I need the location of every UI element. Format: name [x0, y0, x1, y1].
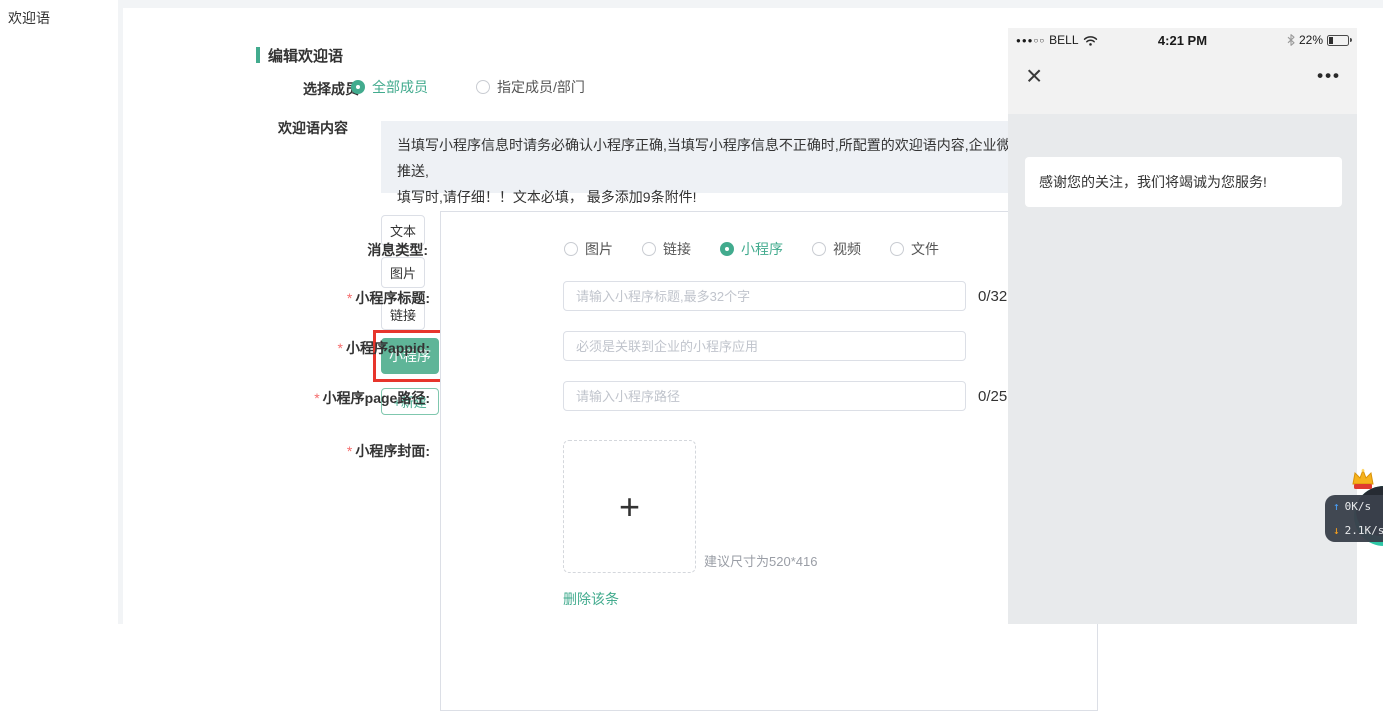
vip-crown-icon [1350, 468, 1376, 492]
sidebar-item-welcome-message[interactable]: 欢迎语 [8, 8, 50, 28]
miniprogram-appid-label: *小程序appid: [338, 338, 430, 358]
tab-image[interactable]: 图片 [381, 257, 425, 288]
upload-arrow-icon: ↑ [1333, 500, 1340, 513]
radio-dot-icon [351, 80, 365, 94]
miniprogram-path-input[interactable] [563, 381, 966, 411]
phone-statusbar: ●●●○○ BELL 4:21 PM 22% [1008, 28, 1357, 52]
upload-speed-value: 0K/s [1345, 500, 1372, 513]
radio-dot-icon [564, 242, 578, 256]
radio-msgtype-link[interactable]: 链接 [642, 239, 691, 259]
radio-label: 指定成员/部门 [497, 77, 585, 97]
radio-dot-icon [812, 242, 826, 256]
radio-msgtype-file[interactable]: 文件 [890, 239, 939, 259]
upload-speed-row: ↑ 0K/s [1333, 500, 1383, 513]
more-options-icon[interactable]: ••• [1317, 66, 1341, 86]
network-speed-widget[interactable]: ↑ 0K/s ↓ 2.1K/s [1325, 495, 1383, 542]
field-label: 小程序封面: [355, 443, 430, 459]
delete-item-link[interactable]: 删除该条 [563, 589, 619, 609]
radio-label: 链接 [663, 239, 691, 259]
radio-dot-icon [476, 80, 490, 94]
radio-label: 图片 [585, 239, 613, 259]
notice-line-2: 填写时,请仔细！！文本必填， 最多添加9条附件! [397, 184, 1082, 210]
download-speed-value: 2.1K/s [1345, 524, 1383, 537]
welcome-message-bubble: 感谢您的关注，我们将竭诚为您服务! [1025, 157, 1342, 207]
miniprogram-title-label: *小程序标题: [347, 288, 430, 308]
required-asterisk: * [314, 390, 319, 406]
radio-msgtype-image[interactable]: 图片 [564, 239, 613, 259]
close-icon[interactable]: × [1026, 62, 1042, 90]
chat-preview-area: 感谢您的关注，我们将竭诚为您服务! [1008, 114, 1357, 624]
bluetooth-icon [1287, 34, 1295, 46]
miniprogram-cover-label: *小程序封面: [347, 441, 430, 461]
radio-all-members[interactable]: 全部成员 [351, 77, 428, 97]
radio-label: 文件 [911, 239, 939, 259]
phone-preview: ●●●○○ BELL 4:21 PM 22% × ••• 感 [1008, 28, 1357, 624]
miniprogram-appid-input[interactable] [563, 331, 966, 361]
radio-label: 全部成员 [372, 77, 428, 97]
phone-navbar: × ••• [1008, 52, 1357, 114]
member-radio-group: 全部成员 指定成员/部门 [351, 77, 585, 97]
radio-dot-icon [720, 242, 734, 256]
radio-msgtype-miniprogram[interactable]: 小程序 [720, 239, 783, 259]
battery-icon [1327, 35, 1349, 46]
title-accent-bar [256, 47, 260, 63]
required-asterisk: * [347, 443, 352, 459]
radio-label: 小程序 [741, 239, 783, 259]
required-asterisk: * [347, 290, 352, 306]
required-asterisk: * [338, 340, 343, 356]
field-label: 小程序appid: [346, 340, 430, 356]
page-title: 编辑欢迎语 [268, 45, 343, 66]
field-label: 小程序page路径: [323, 390, 430, 406]
radio-specific-members[interactable]: 指定成员/部门 [476, 77, 585, 97]
page-background-strip [118, 0, 1383, 8]
message-type-radio-group: 图片 链接 小程序 视频 文件 [564, 239, 939, 259]
download-arrow-icon: ↓ [1333, 524, 1340, 537]
statusbar-right: 22% [1287, 33, 1349, 47]
battery-percent: 22% [1299, 33, 1323, 47]
notice-box: 当填写小程序信息时请务必确认小程序正确,当填写小程序信息不正确时,所配置的欢迎语… [381, 121, 1098, 193]
notice-line-1: 当填写小程序信息时请务必确认小程序正确,当填写小程序信息不正确时,所配置的欢迎语… [397, 132, 1082, 184]
radio-label: 视频 [833, 239, 861, 259]
field-label: 小程序标题: [355, 290, 430, 306]
radio-msgtype-video[interactable]: 视频 [812, 239, 861, 259]
welcome-content-label: 欢迎语内容 [278, 118, 348, 138]
cover-upload-box[interactable]: + [563, 440, 696, 573]
message-type-label: 消息类型: [367, 240, 428, 260]
radio-dot-icon [890, 242, 904, 256]
miniprogram-title-input[interactable] [563, 281, 966, 311]
plus-icon: + [619, 489, 640, 525]
download-speed-row: ↓ 2.1K/s [1333, 524, 1383, 537]
title-counter: 0/32 [978, 288, 1007, 305]
cover-size-hint: 建议尺寸为520*416 [704, 551, 817, 570]
radio-dot-icon [642, 242, 656, 256]
miniprogram-path-label: *小程序page路径: [314, 388, 430, 408]
